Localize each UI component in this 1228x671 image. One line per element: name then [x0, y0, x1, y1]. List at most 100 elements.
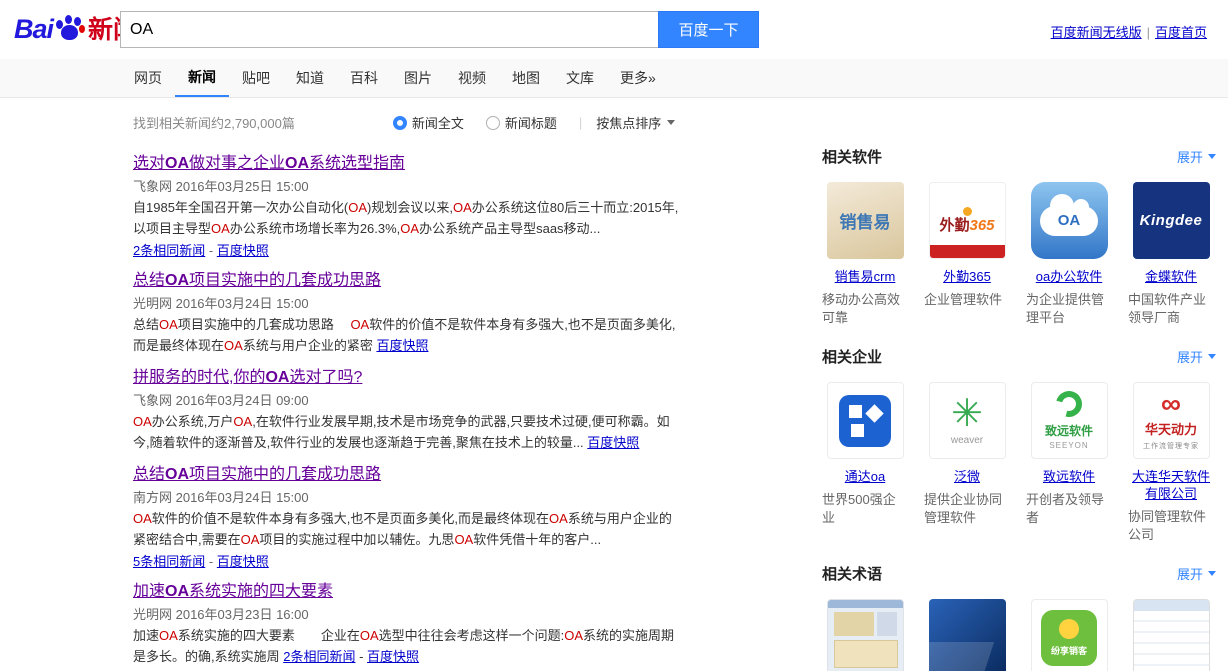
- smiley-icon: [1059, 619, 1079, 639]
- term-item-1: 协同办公系统: [822, 599, 908, 671]
- filter-title-radio[interactable]: 新闻标题: [486, 113, 557, 132]
- tab-baike[interactable]: 百科: [337, 59, 391, 97]
- software-link[interactable]: 销售易crm: [835, 268, 896, 285]
- software-link[interactable]: 金蝶软件: [1145, 268, 1197, 285]
- search-bar: 百度一下: [120, 11, 759, 48]
- result-snippet: 自1985年全国召开第一次办公自动化(OA)规划会议以来,OA办公系统这位80后…: [133, 197, 681, 239]
- tab-video[interactable]: 视频: [445, 59, 499, 97]
- results-list: 选对OA做对事之企业OA系统选型指南 飞象网 2016年03月25日 15:00…: [133, 154, 681, 667]
- result-snippet: OA办公系统,万户OA,在软件行业发展早期,技术是市场竞争的武器,只要技术过硬,…: [133, 411, 681, 453]
- inline-link[interactable]: 百度快照: [367, 649, 419, 664]
- green-swirl-icon: [1051, 386, 1087, 422]
- tab-images[interactable]: 图片: [391, 59, 445, 97]
- result-source-date: 飞象网 2016年03月24日 09:00: [133, 392, 681, 409]
- kingdee-app-icon[interactable]: Kingdee: [1133, 182, 1210, 259]
- software-desc: 为企业提供管理平台: [1026, 291, 1112, 327]
- expand-companies-link[interactable]: 展开: [1177, 347, 1216, 366]
- company-item-weaver: ✳ weaver 泛微 提供企业协同管理软件: [924, 382, 1010, 544]
- news-result-4: 总结OA项目实施中的几套成功思路 南方网 2016年03月24日 15:00 O…: [133, 465, 681, 570]
- tongda-logo-icon[interactable]: [827, 382, 904, 459]
- search-button[interactable]: 百度一下: [658, 11, 759, 48]
- company-desc: 提供企业协同管理软件: [924, 491, 1010, 527]
- news-result-3: 拼服务的时代,你的OA选对了吗? 飞象网 2016年03月24日 09:00 O…: [133, 368, 681, 453]
- expand-software-link[interactable]: 展开: [1177, 147, 1216, 166]
- result-title-link[interactable]: 选对OA做对事之企业OA系统选型指南: [133, 154, 405, 174]
- chevron-down-icon: [1208, 154, 1216, 159]
- term-thumbnail[interactable]: [827, 599, 904, 671]
- inline-link[interactable]: 5条相同新闻: [133, 554, 205, 569]
- software-desc: 企业管理软件: [924, 291, 1010, 309]
- company-link[interactable]: 通达oa: [845, 468, 885, 485]
- expand-terms-link[interactable]: 展开: [1177, 564, 1216, 583]
- related-companies-section: 相关企业 展开 通达oa 世界500强企业 ✳ weaver 泛微 提供企业协同…: [822, 346, 1216, 544]
- baidu-news-search-page: Bai 新闻 百度一下 百度新闻无线版|百度首页 网页 新闻 贴吧 知道 百科 …: [0, 0, 1228, 671]
- result-source-date: 光明网 2016年03月24日 15:00: [133, 295, 681, 312]
- company-desc: 世界500强企业: [822, 491, 908, 527]
- right-sidebar: 相关软件 展开 销售易 销售易crm 移动办公高效可靠 外勤365 外勤365 …: [822, 146, 1216, 671]
- software-link[interactable]: oa办公软件: [1036, 268, 1102, 285]
- inline-link[interactable]: 百度快照: [217, 554, 269, 569]
- radio-unselected-icon: [486, 116, 500, 130]
- tab-tieba[interactable]: 贴吧: [229, 59, 283, 97]
- news-result-2: 总结OA项目实施中的几套成功思路 光明网 2016年03月24日 15:00 总…: [133, 271, 681, 356]
- section-title-terms: 相关术语: [822, 563, 882, 584]
- tab-more[interactable]: 更多»: [607, 59, 669, 97]
- term-item-2: 移动办公: [924, 599, 1010, 671]
- tab-zhidao[interactable]: 知道: [283, 59, 337, 97]
- tab-wenku[interactable]: 文库: [553, 59, 607, 97]
- result-title-link[interactable]: 拼服务的时代,你的OA选对了吗?: [133, 368, 362, 388]
- chevron-down-icon: [1208, 571, 1216, 576]
- company-item-huatian: ∞ 华天动力 工作流管理专家 大连华天软件有限公司 协同管理软件公司: [1128, 382, 1214, 544]
- section-title-companies: 相关企业: [822, 346, 882, 367]
- inline-link[interactable]: 2条相同新闻: [133, 243, 205, 258]
- result-source-date: 飞象网 2016年03月25日 15:00: [133, 178, 681, 195]
- result-title-link[interactable]: 加速OA系统实施的四大要素: [133, 582, 333, 602]
- tab-maps[interactable]: 地图: [499, 59, 553, 97]
- news-result-5: 加速OA系统实施的四大要素 光明网 2016年03月23日 16:00 加速OA…: [133, 582, 681, 667]
- inline-link[interactable]: 百度快照: [376, 338, 428, 353]
- inline-link[interactable]: 百度快照: [217, 243, 269, 258]
- result-title-link[interactable]: 总结OA项目实施中的几套成功思路: [133, 271, 381, 291]
- seeyon-logo-icon[interactable]: 致远软件 SEEYON: [1031, 382, 1108, 459]
- inline-link[interactable]: 2条相同新闻: [283, 649, 355, 664]
- sort-dropdown[interactable]: |按焦点排序: [579, 113, 675, 132]
- red-banner: [930, 245, 1005, 258]
- divider: |: [579, 115, 582, 130]
- results-count: 找到相关新闻约2,790,000篇: [133, 113, 295, 132]
- oa-cloud-app-icon[interactable]: OA: [1031, 182, 1108, 259]
- inline-link[interactable]: 百度快照: [587, 435, 639, 450]
- result-title-link[interactable]: 总结OA项目实施中的几套成功思路: [133, 465, 381, 485]
- huatian-logo-icon[interactable]: ∞ 华天动力 工作流管理专家: [1133, 382, 1210, 459]
- search-input[interactable]: [120, 11, 658, 48]
- news-wireless-link[interactable]: 百度新闻无线版: [1051, 25, 1142, 40]
- result-snippet: OA软件的价值不是软件本身有多强大,也不是页面多美化,而是最终体现在OA系统与用…: [133, 508, 681, 550]
- result-footer-links: 5条相同新闻 - 百度快照: [133, 553, 681, 570]
- xiaoshouyi-app-icon[interactable]: 销售易: [827, 182, 904, 259]
- software-desc: 中国软件产业领导厂商: [1128, 291, 1214, 327]
- chevron-down-icon: [667, 120, 675, 125]
- news-result-1: 选对OA做对事之企业OA系统选型指南 飞象网 2016年03月25日 15:00…: [133, 154, 681, 259]
- company-link[interactable]: 大连华天软件有限公司: [1128, 468, 1214, 502]
- weaver-logo-icon[interactable]: ✳ weaver: [929, 382, 1006, 459]
- section-title-software: 相关软件: [822, 146, 882, 167]
- tab-webpage[interactable]: 网页: [121, 59, 175, 97]
- tab-news[interactable]: 新闻: [175, 59, 229, 97]
- software-link[interactable]: 外勤365: [943, 268, 991, 285]
- company-link[interactable]: 泛微: [954, 468, 980, 485]
- company-link[interactable]: 致远软件: [1043, 468, 1095, 485]
- baidu-home-link[interactable]: 百度首页: [1155, 25, 1207, 40]
- term-thumbnail[interactable]: [929, 599, 1006, 671]
- waiqin365-app-icon[interactable]: 外勤365: [929, 182, 1006, 259]
- result-source-date: 光明网 2016年03月23日 16:00: [133, 606, 681, 623]
- term-thumbnail[interactable]: [1133, 599, 1210, 671]
- company-item-seeyon: 致远软件 SEEYON 致远软件 开创者及领导者: [1026, 382, 1112, 544]
- result-footer-links: 2条相同新闻 - 百度快照: [133, 242, 681, 259]
- result-snippet: 总结OA项目实施中的几套成功思路 OA软件的价值不是软件本身有多强大,也不是页面…: [133, 314, 681, 356]
- software-desc: 移动办公高效可靠: [822, 291, 908, 327]
- logo-text-bai: Bai: [14, 14, 53, 44]
- company-desc: 开创者及领导者: [1026, 491, 1112, 527]
- filter-fulltext-radio[interactable]: 新闻全文: [393, 113, 464, 132]
- software-item-xiaoshouyi: 销售易 销售易crm 移动办公高效可靠: [822, 182, 908, 327]
- software-item-kingdee: Kingdee 金蝶软件 中国软件产业领导厂商: [1128, 182, 1214, 327]
- fenxiang-logo-icon[interactable]: 纷享销客: [1031, 599, 1108, 671]
